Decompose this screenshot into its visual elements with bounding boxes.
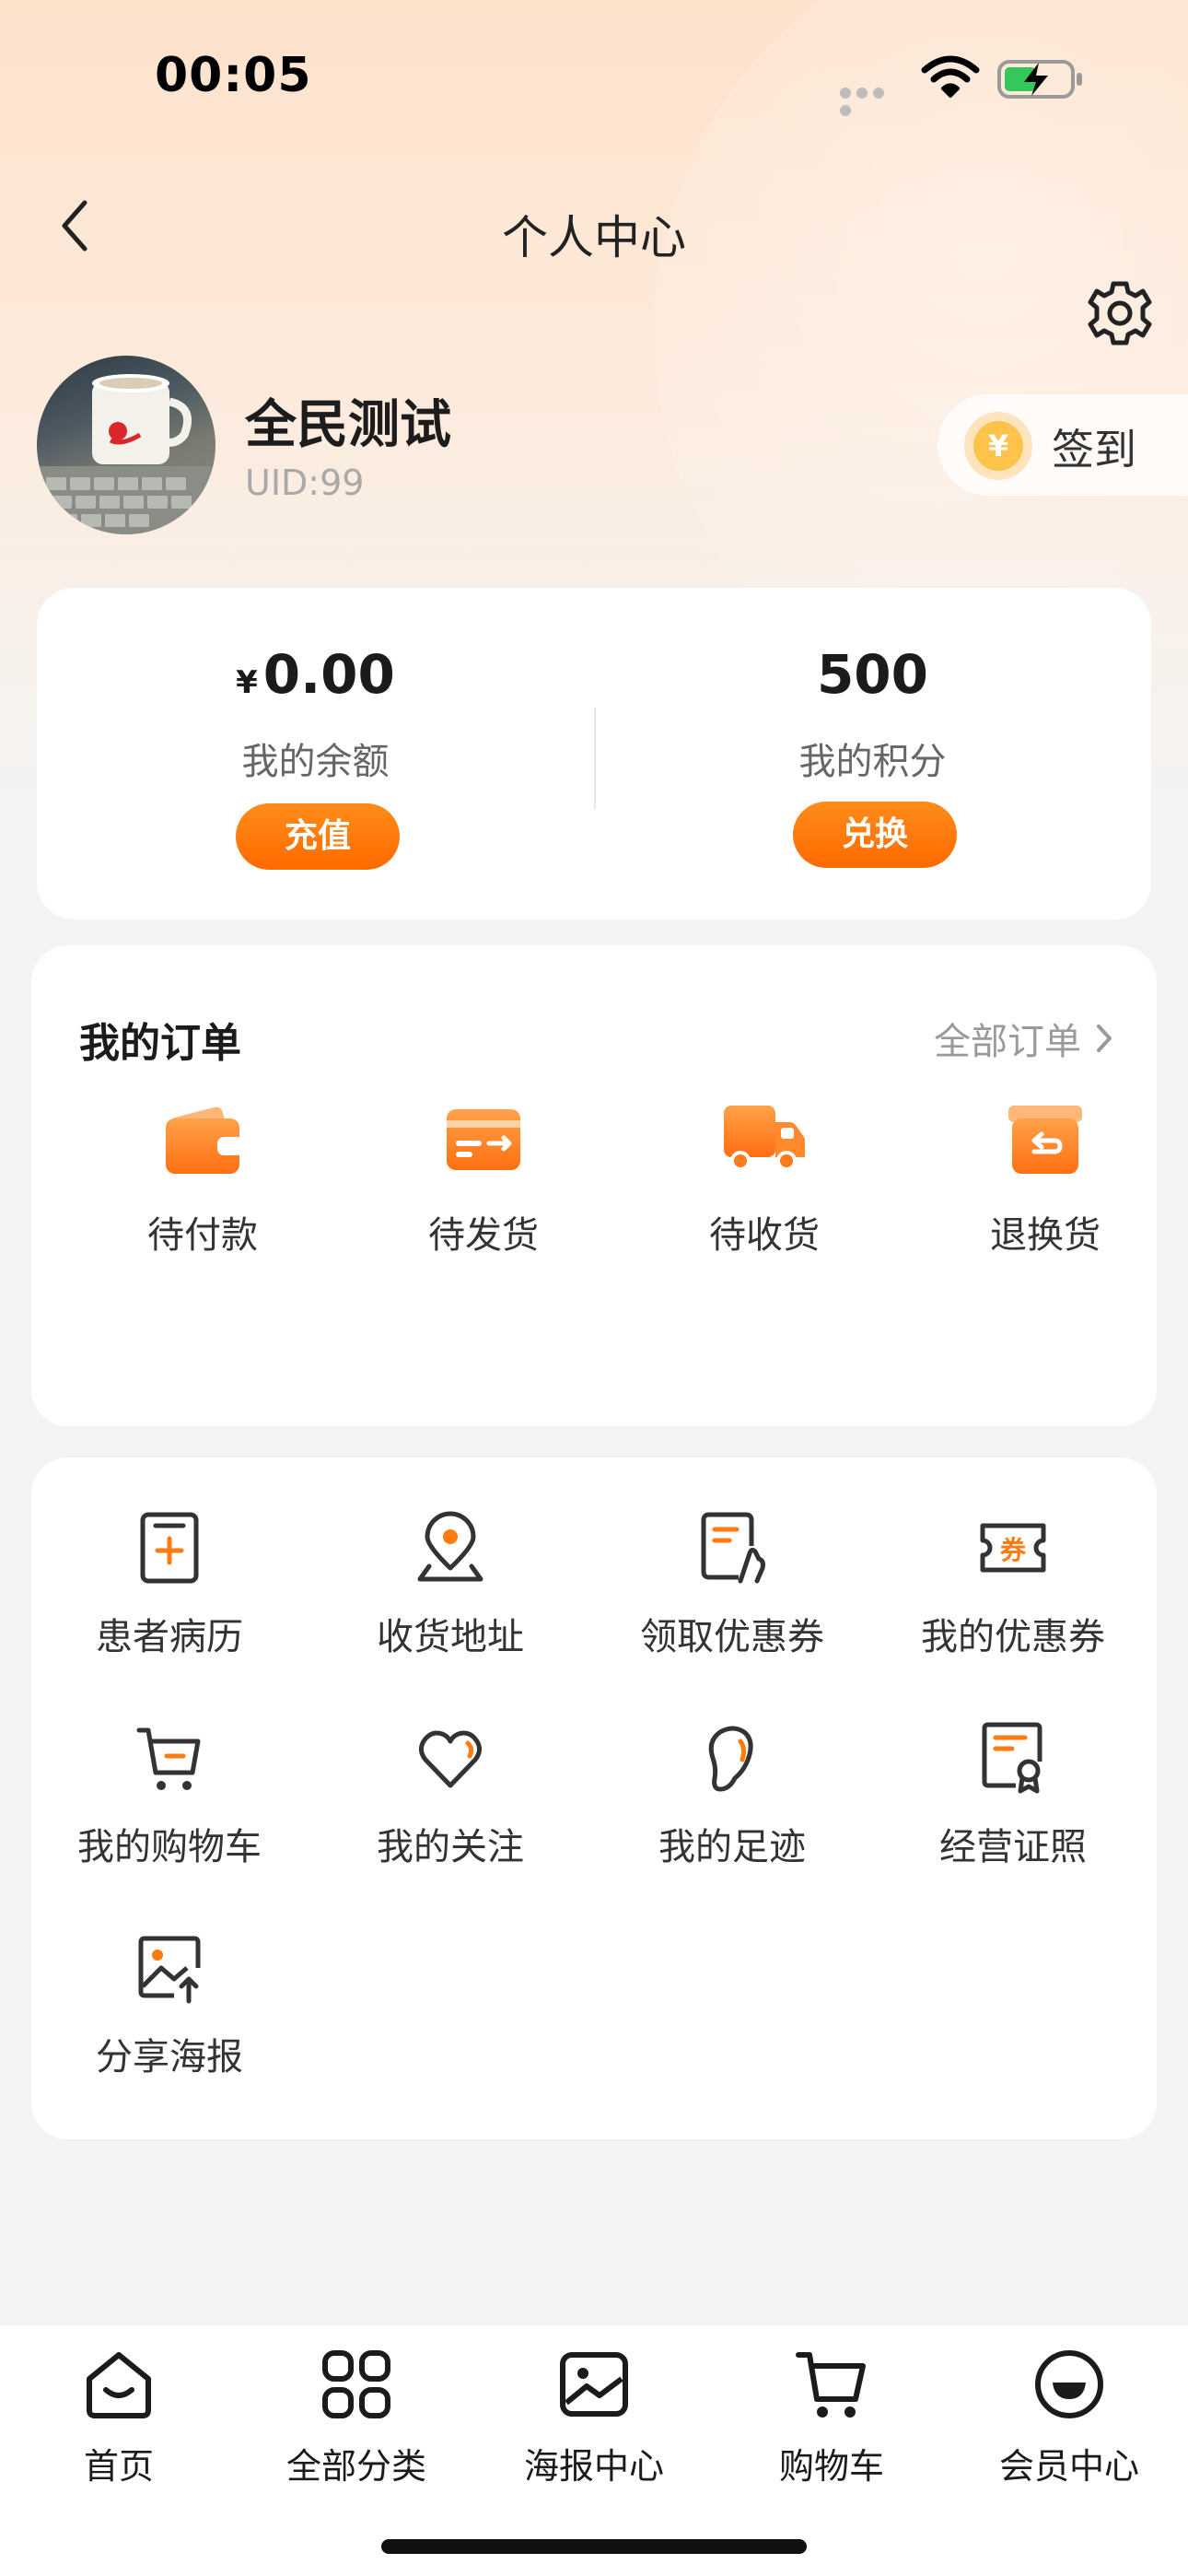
- heart-icon: [418, 1730, 483, 1788]
- coupon-ticket-icon: 券: [980, 1523, 1046, 1573]
- service-claim-coupon[interactable]: 领取优惠券: [594, 1511, 870, 1695]
- member-smile-icon: [1035, 2350, 1103, 2418]
- service-label: 我的足迹: [658, 1826, 806, 1868]
- wallet-card: ¥0.00 我的余额 充值 500 我的积分 兑换: [37, 588, 1151, 919]
- order-item-pending-payment[interactable]: 待付款: [87, 1102, 318, 1268]
- image-icon: [560, 2352, 628, 2417]
- order-item-label: 待发货: [428, 1214, 539, 1257]
- service-my-follows[interactable]: 我的关注: [312, 1721, 588, 1905]
- service-my-coupons[interactable]: 券 我的优惠券: [875, 1511, 1151, 1695]
- service-my-cart[interactable]: 我的购物车: [31, 1721, 308, 1905]
- service-label: 我的关注: [377, 1826, 524, 1868]
- sign-in-button[interactable]: ¥ 签到: [938, 394, 1188, 496]
- user-uid: UID:99: [245, 463, 365, 503]
- exchange-button[interactable]: 兑换: [793, 802, 957, 868]
- grid-icon: [322, 2350, 390, 2418]
- truck-icon: [724, 1106, 805, 1171]
- order-item-label: 待收货: [709, 1214, 820, 1257]
- balance-value: ¥0.00: [37, 643, 594, 706]
- order-item-label: 退换货: [990, 1214, 1101, 1257]
- service-label: 我的优惠券: [921, 1616, 1105, 1658]
- order-item-pending-receipt[interactable]: 待收货: [649, 1102, 879, 1268]
- service-my-footprints[interactable]: 我的足迹: [594, 1721, 870, 1905]
- order-item-pending-shipment[interactable]: 待发货: [368, 1102, 599, 1268]
- home-icon: [87, 2352, 151, 2418]
- wallet-icon: [166, 1107, 243, 1174]
- balance-amount: 0.00: [262, 643, 395, 706]
- orders-title: 我的订单: [79, 1020, 241, 1067]
- home-indicator[interactable]: [381, 2539, 807, 2554]
- tab-home[interactable]: 首页: [0, 2325, 238, 2510]
- card-send-icon: [447, 1109, 520, 1170]
- tab-label: 首页: [83, 2446, 154, 2487]
- coupon-claim-icon: [701, 1512, 765, 1584]
- service-business-license[interactable]: 经营证照: [875, 1721, 1151, 1905]
- tab-label: 会员中心: [998, 2446, 1139, 2487]
- coin-icon: ¥: [964, 412, 1032, 480]
- status-time: 00:05: [155, 48, 312, 103]
- cart-icon: [796, 2352, 866, 2418]
- footprint-icon: [708, 1726, 753, 1792]
- service-label: 我的购物车: [77, 1826, 262, 1868]
- settings-gear-icon[interactable]: [1083, 276, 1157, 350]
- tab-member-center[interactable]: 会员中心: [950, 2325, 1188, 2510]
- recharge-button[interactable]: 充值: [236, 803, 400, 870]
- user-name: 全民测试: [245, 395, 451, 455]
- orders-card: 我的订单 全部订单 待付款 待发货 待收货 退换货: [31, 945, 1157, 1426]
- points-value: 500: [816, 643, 929, 706]
- medical-record-icon: [140, 1512, 199, 1584]
- services-card: 患者病历 收货地址 领取优惠券 券 我的优惠券 我的购物车 我的关注 我的足迹 …: [31, 1458, 1157, 2139]
- shopping-cart-icon: [136, 1727, 201, 1790]
- battery-charging-icon: [997, 60, 1082, 99]
- order-item-label: 待付款: [147, 1214, 258, 1257]
- status-bar: 00:05: [0, 0, 1188, 147]
- service-label: 收货地址: [377, 1616, 524, 1658]
- all-orders-label: 全部订单: [934, 1021, 1081, 1063]
- return-box-icon: [1008, 1106, 1082, 1174]
- service-share-poster[interactable]: 分享海报: [31, 1931, 308, 2115]
- coupon-glyph: 券: [1000, 1535, 1027, 1565]
- wifi-icon: [921, 55, 980, 98]
- tab-cart[interactable]: 购物车: [713, 2325, 950, 2510]
- share-poster-icon: [138, 1936, 201, 2004]
- service-label: 经营证照: [939, 1826, 1087, 1868]
- tab-all-categories[interactable]: 全部分类: [238, 2325, 475, 2510]
- service-label: 患者病历: [96, 1616, 243, 1658]
- service-medical-record[interactable]: 患者病历: [31, 1511, 308, 1695]
- service-shipping-address[interactable]: 收货地址: [312, 1511, 588, 1695]
- coin-symbol: ¥: [988, 428, 1008, 463]
- service-label: 领取优惠券: [640, 1616, 824, 1658]
- chevron-right-icon: [1097, 1025, 1112, 1052]
- avatar-photo: [37, 374, 215, 534]
- certificate-icon: [982, 1722, 1042, 1794]
- tab-label: 购物车: [778, 2446, 884, 2487]
- points-label: 我的积分: [798, 741, 947, 783]
- balance-label: 我的余额: [241, 741, 390, 783]
- balance-section: ¥0.00 我的余额 充值: [37, 588, 594, 919]
- page-title: 个人中心: [502, 211, 686, 264]
- all-orders-link[interactable]: 全部订单: [934, 1012, 1114, 1065]
- avatar[interactable]: [37, 356, 215, 534]
- service-label: 分享海报: [96, 2036, 243, 2078]
- navigation-bar: 个人中心: [0, 175, 1188, 276]
- signal-icon: [840, 85, 904, 116]
- location-pin-icon: [417, 1511, 483, 1582]
- tab-poster-center[interactable]: 海报中心: [475, 2325, 713, 2510]
- tab-label: 全部分类: [285, 2446, 426, 2487]
- currency-symbol: ¥: [236, 664, 258, 701]
- order-item-return-exchange[interactable]: 退换货: [930, 1102, 1160, 1268]
- sign-in-label: 签到: [1052, 425, 1136, 474]
- points-section: 500 我的积分 兑换: [594, 588, 1151, 919]
- tab-label: 海报中心: [523, 2446, 664, 2487]
